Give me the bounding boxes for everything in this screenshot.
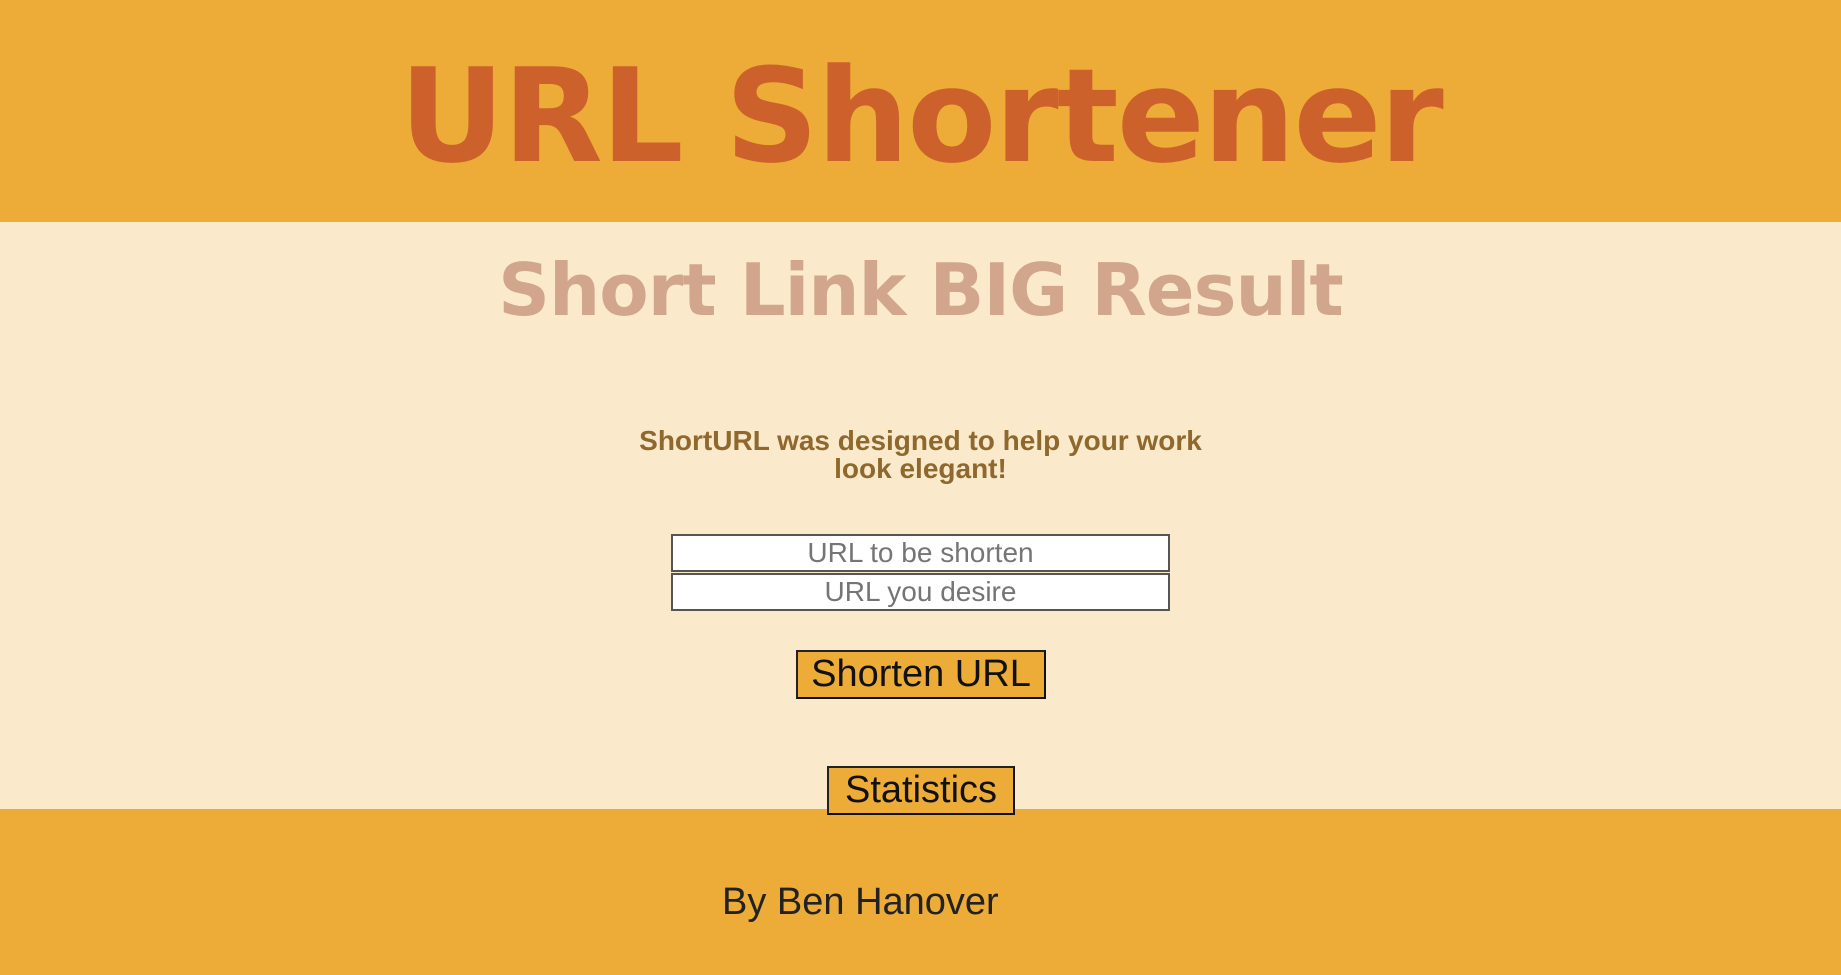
author-credit: By Ben Hanover <box>722 881 999 923</box>
shorten-url-button[interactable]: Shorten URL <box>796 650 1046 699</box>
description-text: ShortURL was designed to help your work … <box>639 425 1202 484</box>
desired-url-input[interactable] <box>671 573 1170 611</box>
tagline: Short Link BIG Result <box>498 248 1344 332</box>
site-title: URL Shortener <box>399 40 1444 192</box>
original-url-input[interactable] <box>671 534 1170 572</box>
statistics-button[interactable]: Statistics <box>827 766 1015 815</box>
